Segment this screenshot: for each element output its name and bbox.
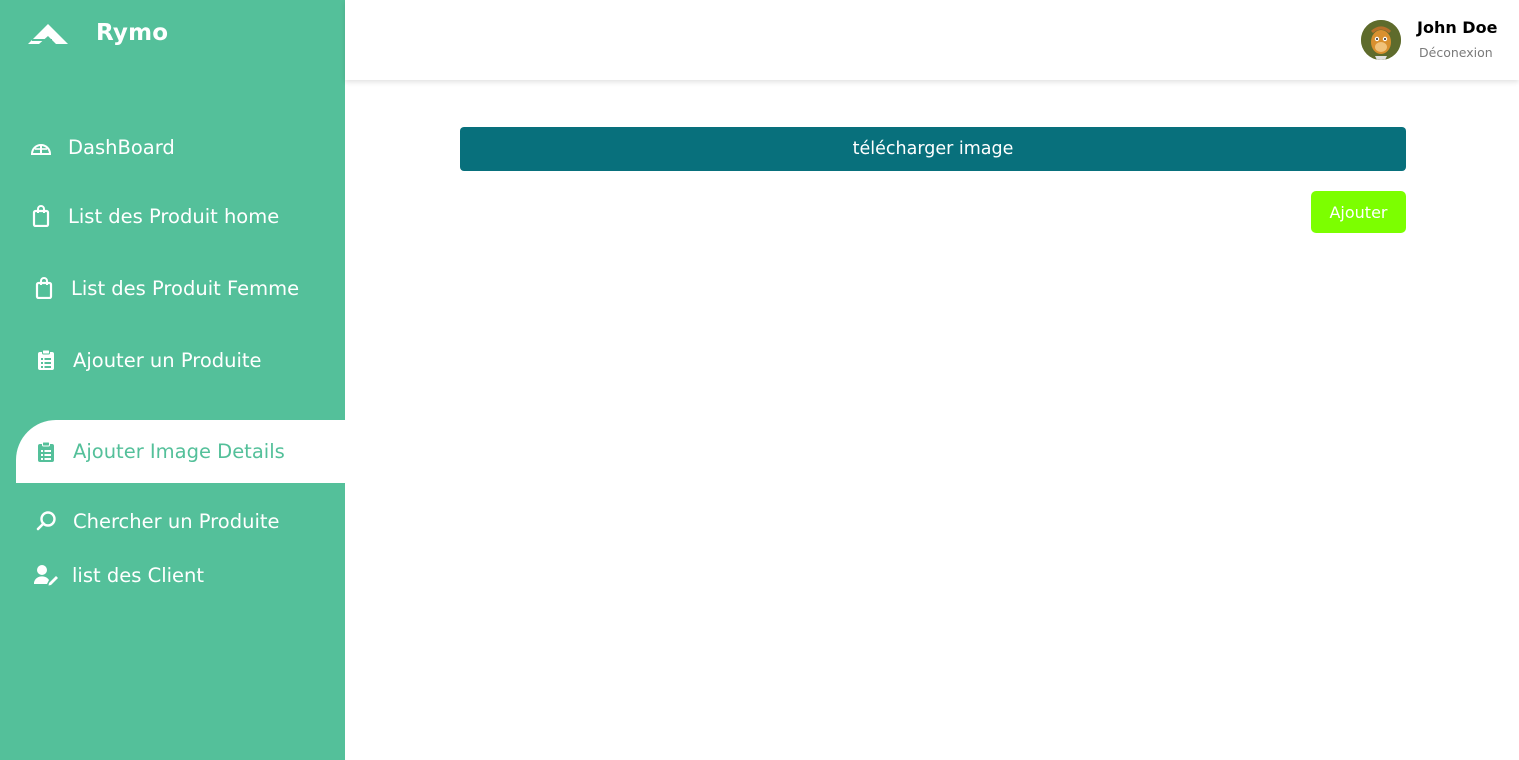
clipboard-list-icon: [34, 348, 58, 372]
sidebar-item-list-client[interactable]: list des Client: [0, 559, 345, 591]
sidebar-item-label: DashBoard: [68, 135, 175, 159]
sidebar: Rymo DashBoard List des Produit home Lis…: [0, 0, 345, 760]
sidebar-item-chercher-produit[interactable]: Chercher un Produite: [0, 505, 345, 537]
sidebar-item-label: Ajouter Image Details: [73, 440, 285, 463]
sidebar-item-label: list des Client: [72, 563, 205, 587]
upload-image-button[interactable]: télécharger image: [460, 127, 1406, 171]
sidebar-item-label: List des Produit Femme: [71, 276, 300, 300]
shopping-bag-icon: [29, 204, 53, 228]
dashboard-gauge-icon: [29, 135, 53, 159]
add-button[interactable]: Ajouter: [1311, 191, 1406, 233]
clipboard-list-icon: [34, 440, 58, 464]
paper-plane-icon: [26, 20, 68, 46]
sidebar-item-label: Ajouter un Produite: [73, 348, 262, 372]
brand-name: Rymo: [96, 20, 169, 46]
sidebar-item-label: List des Produit home: [68, 204, 280, 228]
logout-link[interactable]: Déconexion: [1419, 45, 1493, 60]
sidebar-item-ajouter-produit[interactable]: Ajouter un Produite: [0, 344, 345, 376]
brand[interactable]: Rymo: [26, 20, 168, 46]
top-header: John Doe Déconexion: [345, 0, 1519, 80]
user-edit-icon: [34, 563, 58, 587]
user-avatar[interactable]: [1361, 20, 1401, 60]
search-icon: [34, 509, 58, 533]
shopping-bag-icon: [32, 276, 56, 300]
user-name: John Doe: [1417, 18, 1498, 37]
sidebar-item-produit-femme[interactable]: List des Produit Femme: [0, 272, 345, 304]
sidebar-item-label: Chercher un Produite: [73, 509, 280, 533]
sidebar-item-dashboard[interactable]: DashBoard: [0, 131, 345, 163]
sidebar-item-ajouter-image-details[interactable]: Ajouter Image Details: [16, 420, 345, 483]
sidebar-item-produit-home[interactable]: List des Produit home: [0, 200, 345, 232]
